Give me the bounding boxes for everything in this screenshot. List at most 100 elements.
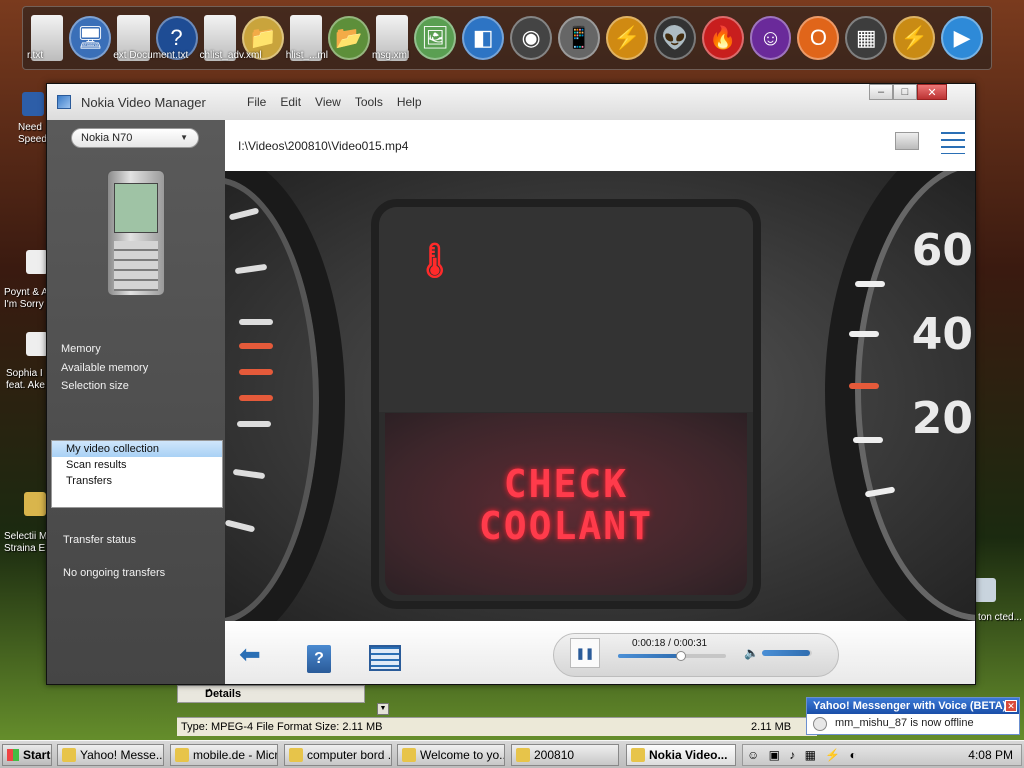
system-tray: ☺ ▣ ♪ ▦ ⚡ ◐ 4:08 PM	[742, 744, 1022, 766]
eye-icon[interactable]: ◉	[510, 16, 553, 60]
file-path: I:\Videos\200810\Video015.mp4	[238, 138, 409, 153]
notification-title: Yahoo! Messenger with Voice (BETA)	[807, 698, 1019, 714]
nokia-pc-suite-icon[interactable]: ◧	[462, 16, 505, 60]
desktop-label-right: ton cted...	[978, 612, 1022, 623]
device-dropdown[interactable]: Nokia N70 ▼	[71, 128, 199, 148]
help-icon[interactable]: ?	[307, 645, 331, 673]
memory-info: Memory Available memory Selection size	[61, 340, 148, 396]
warning-line-2: COOLANT	[478, 504, 654, 548]
task-welcome[interactable]: Welcome to yo...	[397, 744, 505, 766]
monitor-icon[interactable]: ▦	[845, 16, 888, 60]
xml-file-icon-3[interactable]: msg.xml	[372, 15, 409, 61]
task-mobile-de[interactable]: mobile.de - Micr...	[170, 744, 278, 766]
dock-label-3: chlist_adv.xml	[199, 50, 262, 61]
nav-transfers[interactable]: Transfers	[52, 473, 222, 489]
clock: 4:08 PM	[968, 748, 1013, 762]
phone-image	[107, 170, 165, 296]
gauge-number-60: 60	[911, 225, 973, 276]
status-size: 2.11 MB	[751, 721, 792, 733]
phone-icon[interactable]: 📱	[558, 16, 600, 60]
menu-view[interactable]: View	[315, 95, 341, 109]
opera-icon[interactable]: O	[797, 16, 840, 60]
memory-label: Memory	[61, 343, 101, 355]
document-icon[interactable]: ext Document.txt	[113, 15, 188, 61]
list-view-icon[interactable]	[941, 132, 965, 154]
explorer-statusbar: Type: MPEG-4 File Format Size: 2.11 MB 2…	[177, 717, 817, 736]
speaker-icon[interactable]: 🔈	[744, 646, 759, 660]
desktop-label-need-speed: Need Speed	[18, 122, 47, 145]
xml-file-icon-2[interactable]: hlist_...ml	[286, 15, 328, 61]
back-arrow-icon[interactable]: ⬅	[239, 641, 269, 667]
transfer-status-value: No ongoing transfers	[63, 567, 166, 579]
seek-progress	[618, 654, 681, 658]
nfs-game-icon[interactable]	[22, 92, 44, 116]
menu-edit[interactable]: Edit	[280, 95, 301, 109]
playback-time: 0:00:18 / 0:00:31	[632, 638, 708, 649]
tray-icons[interactable]: ☺ ▣ ♪ ▦ ⚡ ◐	[747, 748, 860, 762]
text-file-icon[interactable]: r.txt	[27, 15, 64, 61]
dock-label-5: msg.xml	[372, 50, 410, 61]
yahoo-notification[interactable]: Yahoo! Messenger with Voice (BETA) ✕ mm_…	[806, 697, 1020, 735]
start-button[interactable]: Start	[2, 744, 52, 766]
seek-handle[interactable]	[675, 651, 686, 661]
transfer-status-label: Transfer status	[63, 534, 136, 546]
volume-level	[762, 650, 810, 656]
desktop-label-selectii: Selectii M Straina E	[4, 531, 48, 554]
dock-label-2: ext Document.txt	[113, 50, 189, 61]
thumbnail-view-icon[interactable]	[895, 132, 919, 150]
menu-tools[interactable]: Tools	[355, 95, 383, 109]
warning-line-1: CHECK	[503, 462, 629, 506]
sidebar: Nokia N70 ▼ Memory Available memory Sele…	[47, 120, 225, 684]
title-bar[interactable]: Nokia Video Manager File Edit View Tools…	[47, 84, 975, 120]
volume-slider[interactable]	[762, 650, 812, 656]
folder-desktop-icon[interactable]	[24, 492, 46, 516]
menu-file[interactable]: File	[247, 95, 266, 109]
xml-file-icon[interactable]: chlist_adv.xml	[200, 15, 262, 61]
maximize-button[interactable]: □	[893, 84, 917, 100]
notification-message: mm_mishu_87 is now offline	[835, 717, 974, 729]
music-file-icon[interactable]	[26, 250, 48, 274]
yahoo-messenger-icon[interactable]: ☺	[749, 16, 792, 60]
app-icon	[57, 95, 71, 109]
desktop-label-poynt: Poynt & A I'm Sorry	[4, 287, 48, 310]
dropdown-arrow-icon[interactable]: ▼	[377, 703, 389, 715]
content-header: I:\Videos\200810\Video015.mp4	[225, 120, 975, 171]
close-icon[interactable]: ✕	[1005, 700, 1017, 712]
available-memory-label: Available memory	[61, 361, 149, 374]
dashboard-display: 🌡 CHECK COOLANT	[371, 199, 761, 609]
nav-scan-results[interactable]: Scan results	[52, 457, 222, 473]
nav-list: My video collection Scan results Transfe…	[51, 440, 223, 508]
gauge-number-20: 20	[911, 393, 973, 444]
task-200810[interactable]: 200810	[511, 744, 619, 766]
gauge-number-40: 40	[911, 309, 973, 360]
nav-my-video-collection[interactable]: My video collection	[52, 441, 222, 457]
task-nokia-video[interactable]: Nokia Video...	[626, 744, 736, 766]
smiley-icon	[813, 717, 827, 731]
menu-help[interactable]: Help	[397, 95, 422, 109]
pause-button[interactable]: ❚❚	[570, 638, 600, 668]
video-frame[interactable]: 60 40 20 🌡 CHECK COOLANT	[225, 171, 975, 621]
status-text: Type: MPEG-4 File Format Size: 2.11 MB	[181, 721, 383, 733]
task-computer-bord[interactable]: computer bord ...	[284, 744, 392, 766]
desktop-label-sophia: Sophia I feat. Ake	[6, 368, 45, 391]
taskbar: Start Yahoo! Messe... mobile.de - Micr..…	[0, 740, 1024, 768]
fullscreen-icon[interactable]	[369, 645, 401, 671]
ufo-icon[interactable]: 👽	[653, 16, 696, 60]
close-button[interactable]: ✕	[917, 84, 947, 100]
minimize-button[interactable]: –	[869, 84, 893, 100]
collapse-chevron-icon[interactable]: ⌃	[205, 687, 354, 700]
seek-bar[interactable]	[618, 651, 726, 661]
music-file-icon-2[interactable]	[26, 332, 48, 356]
lightning-icon[interactable]: ⚡	[605, 16, 648, 60]
coolant-warning-icon: 🌡	[413, 242, 457, 280]
dock-label-1: r.txt	[27, 50, 44, 61]
icon-dock: r.txt 🖥 ext Document.txt ? chlist_adv.xm…	[22, 6, 992, 70]
task-yahoo[interactable]: Yahoo! Messe...	[57, 744, 164, 766]
lightning-icon-2[interactable]: ⚡	[893, 16, 936, 60]
details-panel-header[interactable]: Details ⌃	[177, 685, 365, 703]
chevron-down-icon: ▼	[180, 133, 188, 142]
fire-icon[interactable]: 🔥	[701, 16, 744, 60]
menu-bar: File Edit View Tools Help	[247, 95, 422, 109]
media-player-icon[interactable]: ▶	[941, 16, 984, 60]
recycle-bin-icon[interactable]	[974, 578, 996, 602]
